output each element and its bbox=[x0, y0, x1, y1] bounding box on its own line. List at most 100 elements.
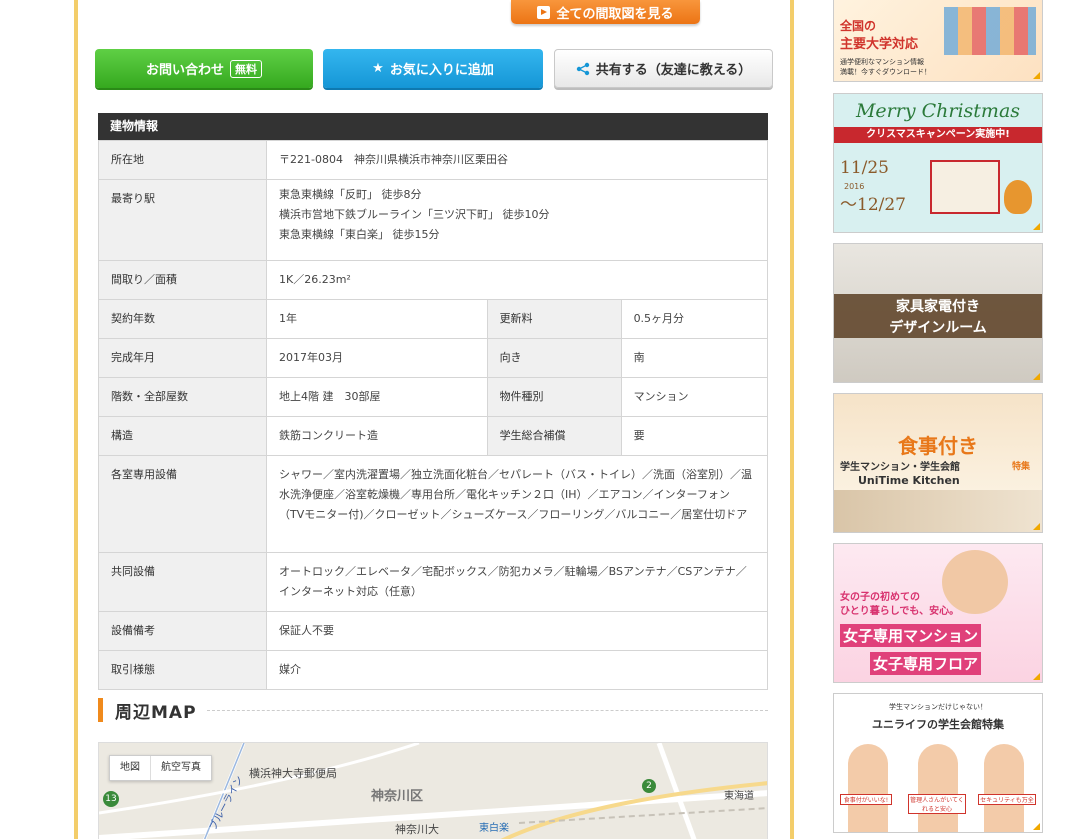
area-map[interactable]: 地図 航空写真 横浜神大寺郵便局 神奈川区 神奈川大 東白楽 ブルーライン 東海… bbox=[98, 742, 768, 839]
completed-value: 2017年03月 bbox=[266, 338, 488, 378]
contact-label: お問い合わせ bbox=[145, 63, 224, 78]
b6-bubble1: 食事付がいいな! bbox=[840, 794, 892, 805]
type-label: 物件種別 bbox=[486, 377, 622, 417]
address-value: 〒221-0804 神奈川県横浜市神奈川区栗田谷 bbox=[266, 140, 768, 180]
b1-line4: 満載！今すぐダウンロード！ bbox=[840, 68, 931, 76]
b4-brand: UniTime Kitchen bbox=[858, 474, 960, 487]
bear-mascot-image bbox=[1004, 180, 1032, 214]
trade-label: 取引様態 bbox=[98, 650, 267, 690]
contract-value: 1年 bbox=[266, 299, 488, 339]
b1-line2: 主要大学対応 bbox=[840, 37, 919, 52]
aerial-tab[interactable]: 航空写真 bbox=[150, 756, 211, 780]
map-label-ward: 神奈川区 bbox=[371, 789, 424, 804]
student-photo bbox=[984, 744, 1024, 832]
corner-arrow-icon bbox=[1033, 72, 1040, 79]
free-badge: 無料 bbox=[230, 59, 262, 78]
layout-label: 間取り／面積 bbox=[98, 260, 267, 300]
b5-line3: 女子専用マンション bbox=[840, 624, 982, 647]
contract-label: 契約年数 bbox=[98, 299, 267, 339]
map-route-marker: 2 bbox=[642, 779, 656, 793]
students-photo bbox=[834, 490, 1042, 532]
female-only-banner[interactable]: 女の子の初めての ひとり暮らしでも、安心。 女子専用マンション 女子専用フロア bbox=[833, 543, 1043, 683]
favorite-label: お気に入りに追加 bbox=[389, 63, 494, 78]
corner-arrow-icon bbox=[1033, 523, 1040, 530]
section-divider bbox=[206, 709, 768, 711]
b3-line2: デザインルーム bbox=[889, 320, 987, 336]
map-type-tabs: 地図 航空写真 bbox=[109, 755, 212, 781]
b4-line2: 学生マンション・学生会館 bbox=[840, 462, 960, 473]
structure-label: 構造 bbox=[98, 416, 267, 456]
building-info-title: 建物情報 bbox=[98, 113, 768, 140]
b2-sub: クリスマスキャンペーン実施中! bbox=[834, 127, 1042, 143]
map-label-post-office: 横浜神大寺郵便局 bbox=[249, 767, 337, 780]
shared-equipment-value: オートロック／エレベータ／宅配ボックス／防犯カメラ／駐輪場／BSアンテナ／CSア… bbox=[266, 552, 768, 612]
share-label: 共有する（友達に教える） bbox=[595, 63, 752, 78]
christmas-banner[interactable]: Merry Christmas クリスマスキャンペーン実施中! 11/25 20… bbox=[833, 93, 1043, 233]
b4-tag: 特集 bbox=[1012, 462, 1031, 472]
corner-arrow-icon bbox=[1033, 823, 1040, 830]
direction-value: 南 bbox=[620, 338, 769, 378]
map-section-title: 周辺MAP bbox=[115, 702, 197, 723]
insurance-value: 要 bbox=[620, 416, 769, 456]
room-equipment-label: 各室専用設備 bbox=[98, 455, 267, 553]
section-accent-bar bbox=[98, 698, 103, 722]
b1-line3: 通学便利なマンション情報 bbox=[840, 58, 924, 66]
room-equipment-value: シャワー／室内洗濯置場／独立洗面化粧台／セパレート（バス・トイレ）／洗面（浴室別… bbox=[266, 455, 768, 553]
corner-arrow-icon bbox=[1033, 223, 1040, 230]
b6-line2: ユニライフの学生会館特集 bbox=[872, 718, 1004, 731]
map-label-station: 東白楽 bbox=[479, 823, 509, 834]
map-tab[interactable]: 地図 bbox=[110, 756, 150, 780]
b5-line2: ひとり暮らしでも、安心。 bbox=[840, 606, 960, 617]
floors-label: 階数・全部屋数 bbox=[98, 377, 267, 417]
play-icon bbox=[537, 5, 551, 19]
map-route-marker: 13 bbox=[103, 791, 119, 807]
meal-plan-banner[interactable]: 食事付き 学生マンション・学生会館 特集 UniTime Kitchen bbox=[833, 393, 1043, 533]
layout-value: 1K／26.23m² bbox=[266, 260, 768, 300]
station-line: 横浜市営地下鉄ブルーライン「三ツ沢下町」 徒歩10分 bbox=[279, 208, 550, 221]
student-photo bbox=[848, 744, 888, 832]
direction-label: 向き bbox=[486, 338, 622, 378]
all-floorplans-label: 全ての間取図を見る bbox=[556, 6, 674, 22]
corner-arrow-icon bbox=[1033, 673, 1040, 680]
insurance-label: 学生総合補償 bbox=[486, 416, 622, 456]
university-banner[interactable]: 全国の 主要大学対応 通学便利なマンション情報 満載！今すぐダウンロード！ bbox=[833, 0, 1043, 82]
add-favorite-button[interactable]: ★ お気に入りに追加 bbox=[323, 49, 543, 88]
all-floorplans-button[interactable]: 全ての間取図を見る bbox=[511, 0, 700, 24]
map-label-road: 東海道 bbox=[724, 791, 754, 802]
b3-line1: 家具家電付き bbox=[896, 299, 980, 315]
contact-button[interactable]: お問い合わせ 無料 bbox=[95, 49, 313, 88]
share-icon bbox=[576, 62, 589, 75]
station-line: 東急東横線「反町」 徒歩8分 bbox=[279, 188, 422, 201]
brochure-image bbox=[944, 7, 1036, 55]
share-button[interactable]: 共有する（友達に教える） bbox=[554, 49, 773, 88]
station-label: 最寄り駅 bbox=[98, 179, 267, 261]
completed-label: 完成年月 bbox=[98, 338, 267, 378]
b6-bubble3: セキュリティも万全 bbox=[978, 794, 1036, 805]
b2-date1: 11/25 bbox=[840, 158, 889, 178]
station-value: 東急東横線「反町」 徒歩8分 横浜市営地下鉄ブルーライン「三ツ沢下町」 徒歩10… bbox=[266, 179, 768, 261]
student-photo bbox=[918, 744, 958, 832]
b4-line1: 食事付き bbox=[898, 434, 978, 458]
map-section-header: 周辺MAP bbox=[98, 697, 768, 723]
b2-title: Merry Christmas bbox=[855, 100, 1021, 122]
b2-date2: ～12/27 bbox=[840, 195, 906, 215]
renewal-label: 更新料 bbox=[486, 299, 622, 339]
b5-line1: 女の子の初めての bbox=[840, 592, 920, 603]
student-dorm-banner[interactable]: 学生マンションだけじゃない！ ユニライフの学生会館特集 食事付がいいな! 管理人… bbox=[833, 693, 1043, 833]
house-image bbox=[930, 160, 1000, 214]
furnished-room-banner[interactable]: 家具家電付き デザインルーム bbox=[833, 243, 1043, 383]
b6-line1: 学生マンションだけじゃない！ bbox=[889, 703, 987, 711]
map-label-university: 神奈川大 bbox=[395, 823, 439, 836]
floors-value: 地上4階 建 30部屋 bbox=[266, 377, 488, 417]
b1-line1: 全国の bbox=[840, 19, 877, 33]
type-value: マンション bbox=[620, 377, 769, 417]
corner-arrow-icon bbox=[1033, 373, 1040, 380]
b5-line4: 女子専用フロア bbox=[870, 652, 982, 675]
trade-value: 媒介 bbox=[266, 650, 768, 690]
building-info-table: 建物情報 所在地 〒221-0804 神奈川県横浜市神奈川区栗田谷 最寄り駅 東… bbox=[98, 113, 769, 690]
equipment-note-value: 保証人不要 bbox=[266, 611, 768, 651]
page: 全ての間取図を見る お問い合わせ 無料 ★ お気に入りに追加 共有する（友達に教… bbox=[0, 0, 1089, 839]
shared-equipment-label: 共同設備 bbox=[98, 552, 267, 612]
b6-bubble2: 管理人さんがいてくれると安心 bbox=[908, 794, 966, 814]
station-line: 東急東横線「東白楽」 徒歩15分 bbox=[279, 228, 440, 241]
